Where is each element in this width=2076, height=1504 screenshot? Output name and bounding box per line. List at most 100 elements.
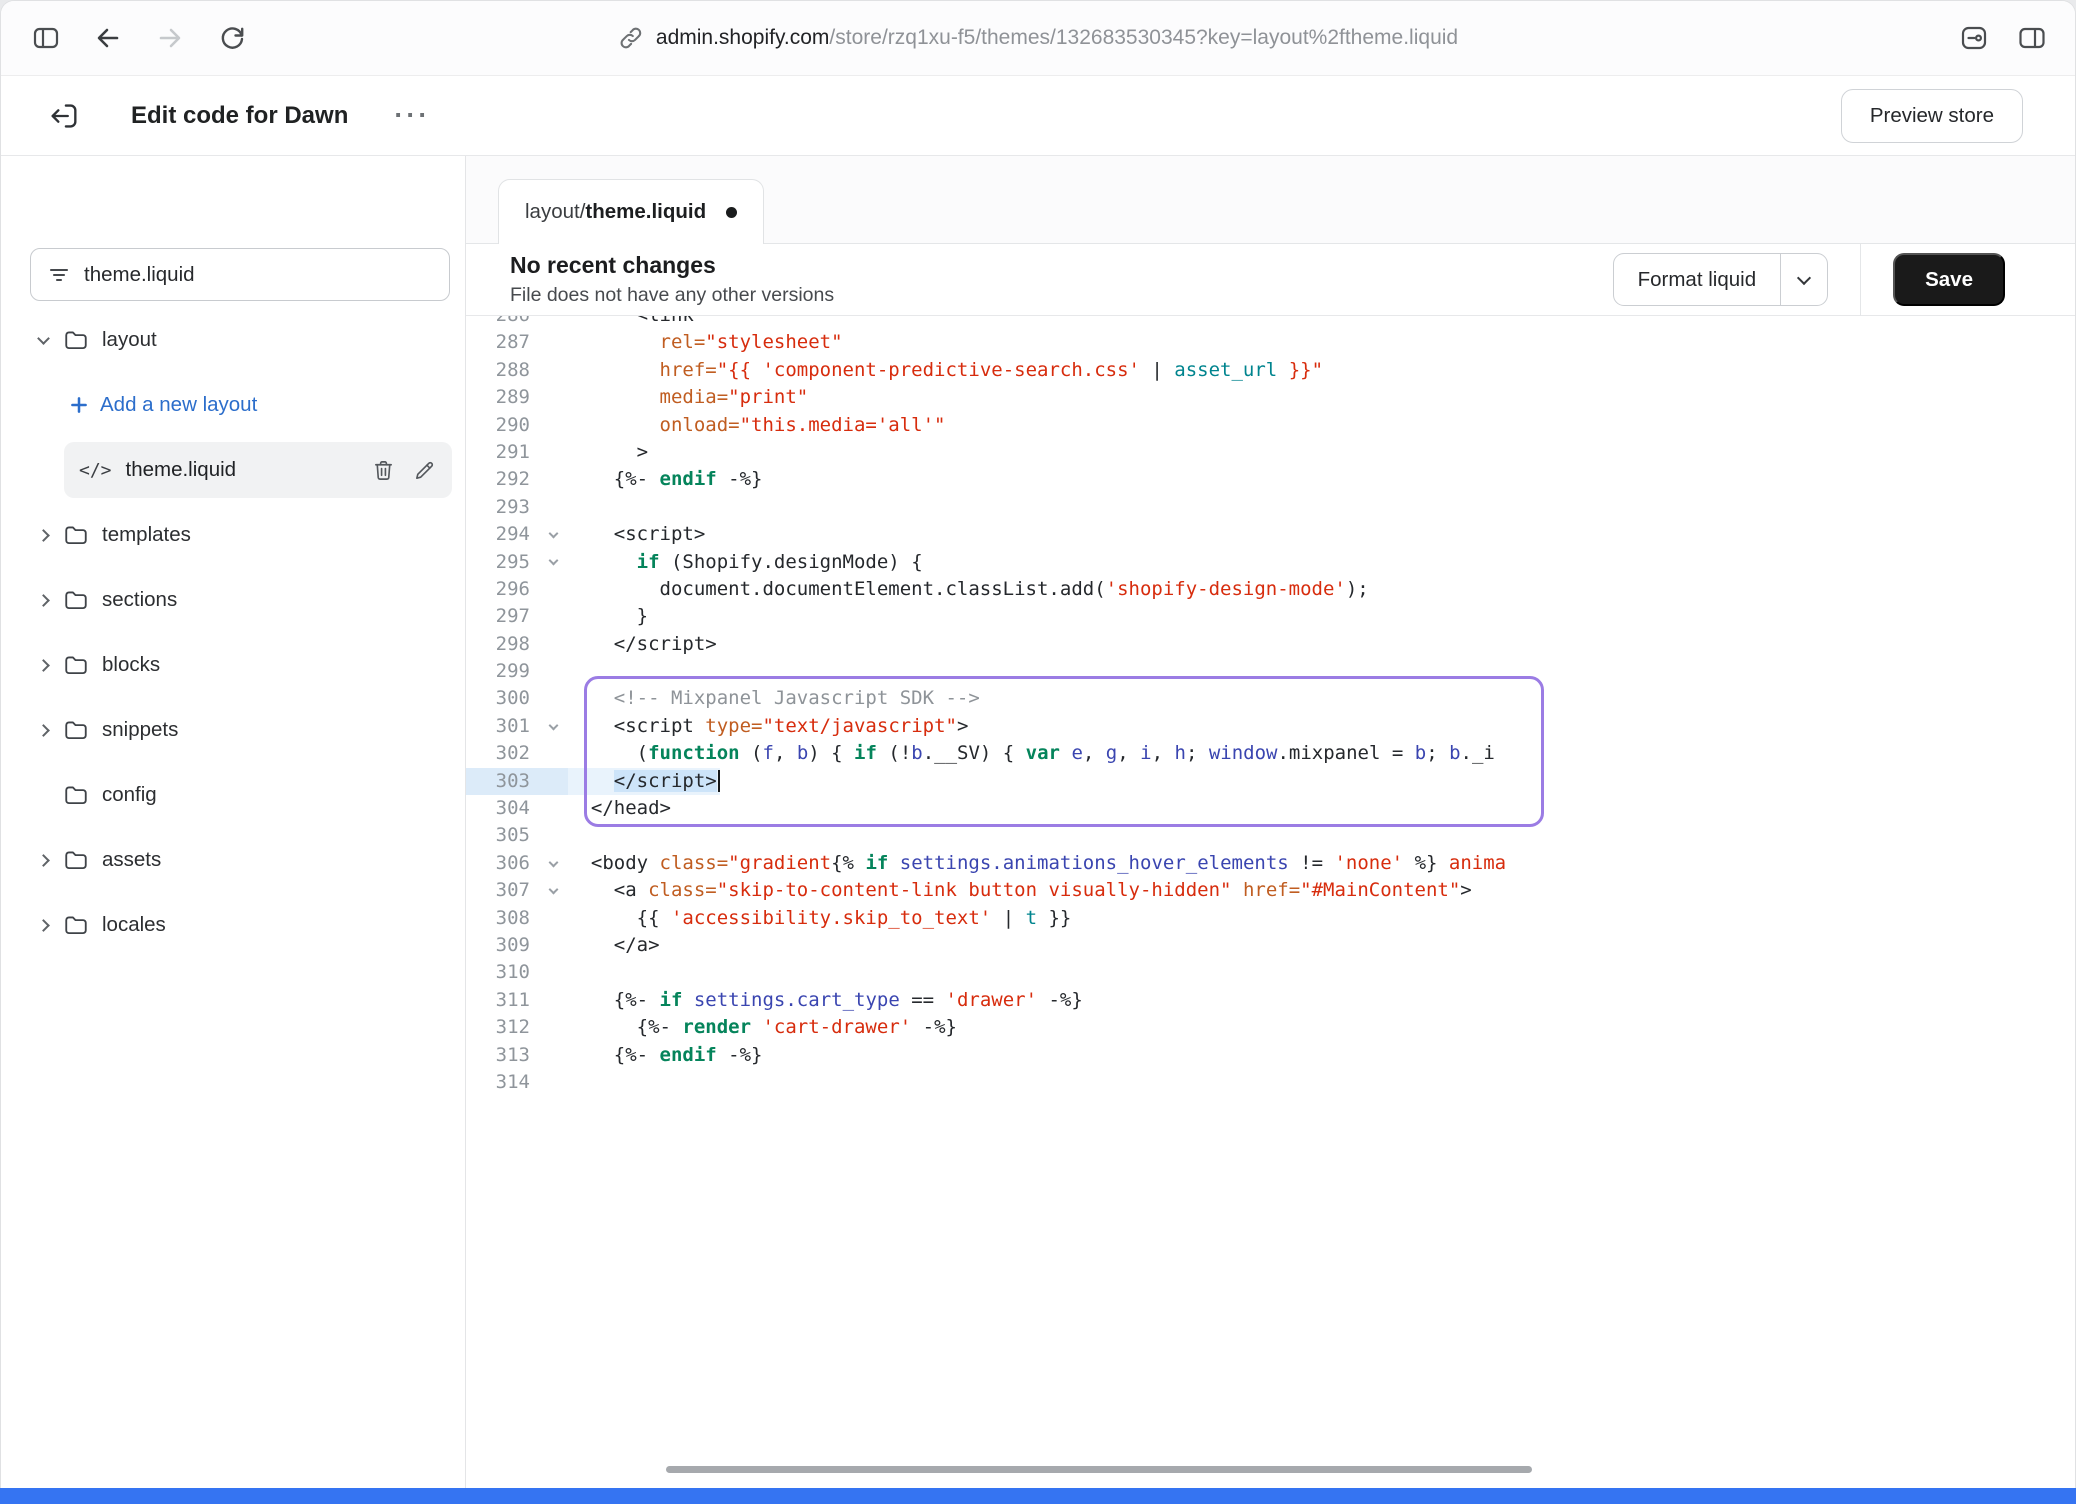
code-line-299[interactable]: 299	[466, 658, 1546, 685]
code-text: >	[568, 439, 648, 466]
format-liquid-label: Format liquid	[1614, 254, 1781, 305]
code-line-298[interactable]: 298 </script>	[466, 631, 1546, 658]
code-area[interactable]: 286 <link287 rel="stylesheet"288 href="{…	[466, 316, 2075, 1488]
delete-file-icon[interactable]	[372, 459, 395, 482]
code-line-302[interactable]: 302 (function (f, b) { if (!b.__SV) { va…	[466, 740, 1546, 767]
code-line-309[interactable]: 309 </a>	[466, 932, 1546, 959]
horizontal-scrollbar[interactable]	[666, 1466, 1532, 1473]
page-title: Edit code for Dawn	[131, 102, 348, 130]
line-number: 306	[466, 850, 538, 877]
code-viewport[interactable]: 286 <link287 rel="stylesheet"288 href="{…	[466, 316, 1546, 1488]
line-number: 298	[466, 631, 538, 658]
code-line-304[interactable]: 304 </head>	[466, 795, 1546, 822]
sidebar-item-templates[interactable]: templates	[1, 507, 465, 563]
code-line-300[interactable]: 300 <!-- Mixpanel Javascript SDK -->	[466, 685, 1546, 712]
line-number: 309	[466, 932, 538, 959]
exit-code-editor-icon[interactable]	[47, 99, 81, 133]
code-line-290[interactable]: 290 onload="this.media='all'"	[466, 412, 1546, 439]
code-line-306[interactable]: 306 <body class="gradient{% if settings.…	[466, 850, 1546, 877]
code-line-287[interactable]: 287 rel="stylesheet"	[466, 329, 1546, 356]
line-number: 293	[466, 494, 538, 521]
chevron-right-icon[interactable]	[37, 529, 50, 542]
folder-icon	[63, 912, 89, 938]
code-line-307[interactable]: 307 <a class="skip-to-content-link butto…	[466, 877, 1546, 904]
preview-store-button[interactable]: Preview store	[1841, 89, 2023, 143]
file-filter-input[interactable]: theme.liquid	[30, 248, 450, 301]
format-liquid-button[interactable]: Format liquid	[1613, 253, 1829, 306]
split-view-icon[interactable]	[2015, 21, 2049, 55]
code-line-310[interactable]: 310	[466, 959, 1546, 986]
fold-gutter	[538, 329, 568, 356]
fold-chevron-icon[interactable]	[538, 549, 568, 576]
fold-chevron-icon[interactable]	[538, 877, 568, 904]
chevron-right-icon[interactable]	[37, 854, 50, 867]
tab-theme-liquid[interactable]: layout/theme.liquid	[498, 179, 764, 244]
code-line-308[interactable]: 308 {{ 'accessibility.skip_to_text' | t …	[466, 905, 1546, 932]
line-number: 310	[466, 959, 538, 986]
rename-file-icon[interactable]	[413, 459, 436, 482]
fold-gutter	[538, 740, 568, 767]
chevron-down-icon[interactable]	[37, 332, 50, 345]
fold-chevron-icon[interactable]	[538, 521, 568, 548]
code-line-297[interactable]: 297 }	[466, 603, 1546, 630]
sidebar-item-assets[interactable]: assets	[1, 832, 465, 888]
sidebar-item-layout[interactable]: layout	[1, 312, 465, 368]
chevron-right-icon[interactable]	[37, 659, 50, 672]
save-button[interactable]: Save	[1893, 253, 2005, 306]
code-text: {{ 'accessibility.skip_to_text' | t }}	[568, 905, 1071, 932]
filter-value: theme.liquid	[84, 263, 195, 287]
code-text: {%- endif -%}	[568, 1042, 762, 1069]
fold-gutter	[538, 768, 568, 795]
line-number: 302	[466, 740, 538, 767]
sidebar-item-locales[interactable]: locales	[1, 897, 465, 953]
fold-chevron-icon[interactable]	[538, 850, 568, 877]
code-text: media="print"	[568, 384, 808, 411]
sidebar-item-snippets[interactable]: snippets	[1, 702, 465, 758]
back-icon[interactable]	[91, 21, 125, 55]
code-line-311[interactable]: 311 {%- if settings.cart_type == 'drawer…	[466, 987, 1546, 1014]
sidebar-file-theme.liquid[interactable]: </>theme.liquid	[64, 442, 452, 498]
chevron-slot	[35, 531, 51, 540]
code-line-301[interactable]: 301 <script type="text/javascript">	[466, 713, 1546, 740]
sidebar-item-sections[interactable]: sections	[1, 572, 465, 628]
code-line-289[interactable]: 289 media="print"	[466, 384, 1546, 411]
more-actions-button[interactable]: ···	[394, 100, 430, 131]
url-path: /store/rzq1xu-f5/themes/132683530345?key…	[829, 26, 1458, 49]
line-number: 307	[466, 877, 538, 904]
code-line-313[interactable]: 313 {%- endif -%}	[466, 1042, 1546, 1069]
code-line-303[interactable]: 303 </script>	[466, 768, 1546, 795]
chevron-right-icon[interactable]	[37, 724, 50, 737]
chevron-right-icon[interactable]	[37, 919, 50, 932]
code-line-312[interactable]: 312 {%- render 'cart-drawer' -%}	[466, 1014, 1546, 1041]
code-text: <script type="text/javascript">	[568, 713, 968, 740]
sidebar-item-blocks[interactable]: blocks	[1, 637, 465, 693]
add-new-layout-button[interactable]: Add a new layout	[1, 377, 465, 433]
url-bar[interactable]: admin.shopify.com/store/rzq1xu-f5/themes…	[618, 25, 1458, 51]
sidebar-item-label: locales	[102, 913, 166, 937]
code-line-294[interactable]: 294 <script>	[466, 521, 1546, 548]
code-line-292[interactable]: 292 {%- endif -%}	[466, 466, 1546, 493]
sidebar-item-config[interactable]: config	[1, 767, 465, 823]
code-line-296[interactable]: 296 document.documentElement.classList.a…	[466, 576, 1546, 603]
folder-icon	[63, 587, 89, 613]
code-line-314[interactable]: 314	[466, 1069, 1546, 1096]
reload-icon[interactable]	[215, 21, 249, 55]
chevron-right-icon[interactable]	[37, 594, 50, 607]
forward-icon[interactable]	[153, 21, 187, 55]
code-line-295[interactable]: 295 if (Shopify.designMode) {	[466, 549, 1546, 576]
extensions-icon[interactable]	[1957, 21, 1991, 55]
sidebar-toggle-icon[interactable]	[29, 21, 63, 55]
code-line-286[interactable]: 286 <link	[466, 316, 1546, 329]
fold-chevron-icon[interactable]	[538, 713, 568, 740]
format-dropdown-button[interactable]	[1780, 254, 1827, 305]
line-number: 295	[466, 549, 538, 576]
code-line-293[interactable]: 293	[466, 494, 1546, 521]
code-line-288[interactable]: 288 href="{{ 'component-predictive-searc…	[466, 357, 1546, 384]
app-header: Edit code for Dawn ··· Preview store	[1, 76, 2075, 156]
code-line-305[interactable]: 305	[466, 822, 1546, 849]
browser-right-controls	[1957, 21, 2049, 55]
code-text: </script>	[568, 768, 720, 795]
url-text: admin.shopify.com/store/rzq1xu-f5/themes…	[656, 26, 1458, 50]
fold-gutter	[538, 1014, 568, 1041]
code-line-291[interactable]: 291 >	[466, 439, 1546, 466]
